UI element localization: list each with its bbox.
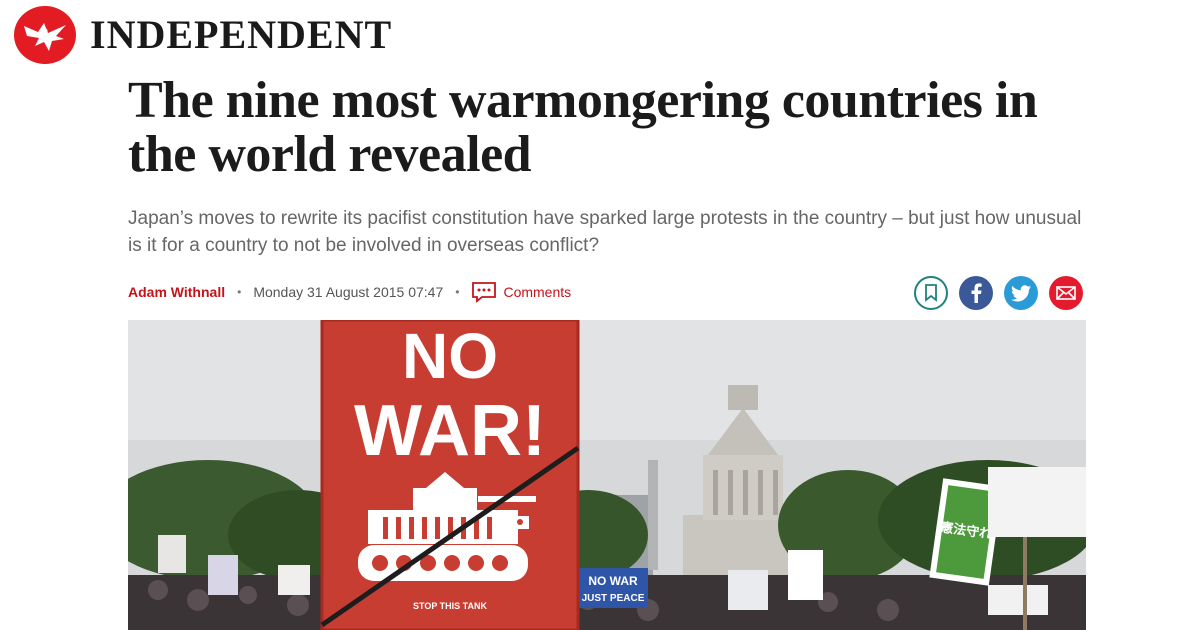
no-war-placard: NO WAR JUST PEACE: [578, 568, 648, 608]
byline-separator: •: [455, 285, 460, 299]
comments-label: Comments: [503, 284, 572, 300]
share-bar: [914, 276, 1083, 310]
comment-bubble-icon: [472, 282, 497, 303]
byline-separator: •: [237, 285, 242, 299]
twitter-icon: [1011, 284, 1031, 301]
comments-link[interactable]: Comments: [471, 281, 571, 303]
facebook-icon: [971, 283, 982, 303]
email-share-button[interactable]: [1049, 276, 1083, 310]
facebook-share-button[interactable]: [959, 276, 993, 310]
bookmark-button[interactable]: [914, 276, 948, 310]
sign-line-1: NO: [402, 320, 498, 392]
masthead[interactable]: INDEPENDENT: [14, 6, 392, 64]
author-link[interactable]: Adam Withnall: [128, 284, 225, 300]
publish-date: Monday 31 August 2015 07:47: [253, 284, 444, 300]
twitter-share-button[interactable]: [1004, 276, 1038, 310]
byline: Adam Withnall • Monday 31 August 2015 07…: [128, 280, 571, 304]
protest-photo-illustration: NO WAR JUST PEACE 憲法守れ NO WAR! STOP THIS…: [128, 320, 1086, 630]
article-headline: The nine most warmongering countries in …: [128, 72, 1038, 183]
article-standfirst: Japan’s moves to rewrite its pacifist co…: [128, 208, 1082, 256]
lead-photo[interactable]: NO WAR JUST PEACE 憲法守れ NO WAR! STOP THIS…: [128, 320, 1086, 630]
masthead-wordmark: INDEPENDENT: [90, 12, 393, 57]
eagle-icon: [14, 6, 76, 64]
bookmark-icon: [925, 284, 937, 302]
placard-text-b: JUST PEACE: [582, 593, 645, 604]
placard-text-a: NO WAR: [588, 574, 638, 588]
sign-caption: STOP THIS TANK: [413, 601, 488, 611]
email-icon: [1056, 286, 1076, 300]
no-war-sign: NO WAR! STOP THIS TANK: [320, 320, 580, 630]
sign-line-2: WAR!: [354, 391, 546, 471]
